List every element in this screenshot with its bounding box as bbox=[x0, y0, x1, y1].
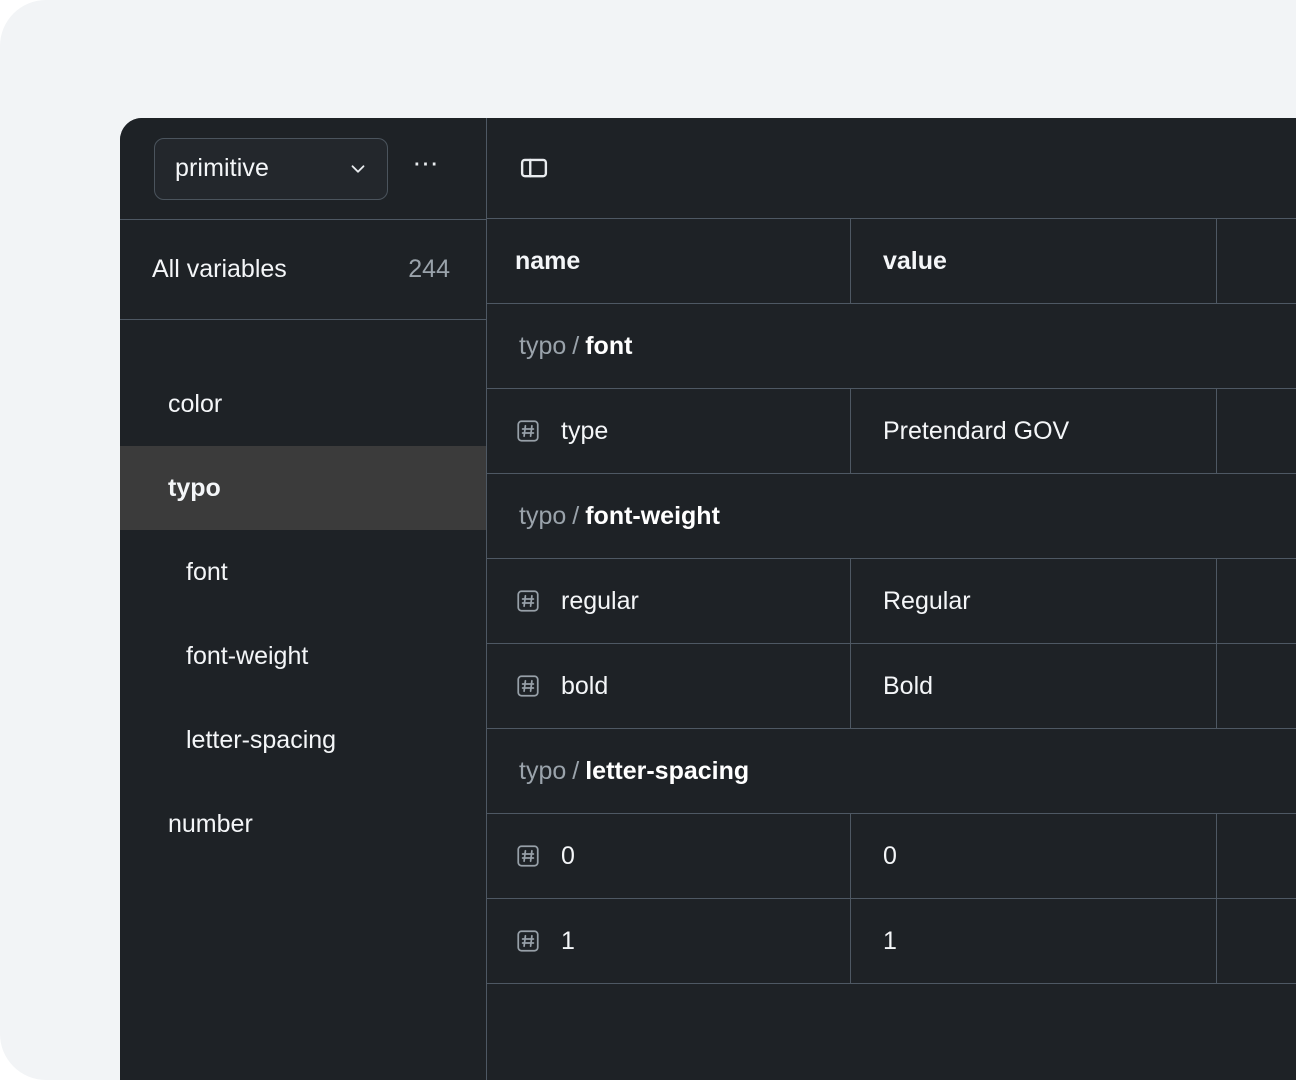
sidebar-nav-list: color typo font font-weight letter-spacing nu… bbox=[120, 320, 486, 866]
sidebar-item-letter-spacing[interactable]: letter-spacing bbox=[120, 698, 486, 782]
string-variable-icon bbox=[515, 588, 561, 614]
variable-name: regular bbox=[561, 586, 639, 615]
group-separator: / bbox=[572, 501, 580, 530]
table-toolbar bbox=[487, 118, 1296, 219]
group-name: letter-spacing bbox=[585, 756, 750, 785]
cell-value[interactable]: Pretendard GOV bbox=[851, 389, 1217, 473]
group-prefix: typo bbox=[519, 331, 567, 360]
cell-value[interactable]: 0 bbox=[851, 814, 1217, 898]
sidebar-item-label: font-weight bbox=[186, 641, 309, 670]
group-label: typo / font-weight bbox=[487, 474, 1296, 558]
table-group-row: typo / font-weight bbox=[487, 474, 1296, 559]
all-variables-count: 244 bbox=[408, 255, 450, 283]
cell-value[interactable]: 1 bbox=[851, 899, 1217, 983]
cell-name[interactable]: type bbox=[487, 389, 851, 473]
variable-value: 0 bbox=[883, 841, 897, 870]
page-canvas: primitive ⋯ All variables 244 color typo f… bbox=[0, 0, 1296, 1080]
group-prefix: typo bbox=[519, 756, 567, 785]
sidebar-item-typo[interactable]: typo bbox=[120, 446, 486, 530]
column-header-value[interactable]: value bbox=[851, 219, 1217, 303]
variables-window: primitive ⋯ All variables 244 color typo f… bbox=[120, 118, 1296, 1080]
sidebar-item-font-weight[interactable]: font-weight bbox=[120, 614, 486, 698]
group-name: font bbox=[585, 331, 633, 360]
column-header-extra bbox=[1217, 219, 1296, 303]
cell-value[interactable]: Bold bbox=[851, 644, 1217, 728]
group-separator: / bbox=[572, 331, 580, 360]
table-header-row: name value bbox=[487, 219, 1296, 304]
group-label: typo / font bbox=[487, 304, 1296, 388]
string-variable-icon bbox=[515, 843, 561, 869]
sidebar-item-label: typo bbox=[168, 473, 221, 502]
sidebar-item-label: color bbox=[168, 389, 223, 418]
more-horizontal-icon[interactable]: ⋯ bbox=[404, 141, 448, 197]
string-variable-icon bbox=[515, 418, 561, 444]
collection-select[interactable]: primitive bbox=[154, 137, 388, 200]
table-pane: name value typo / font type Pretendard GOV ty… bbox=[487, 118, 1296, 1080]
variable-value: Pretendard GOV bbox=[883, 416, 1070, 445]
sidebar: primitive ⋯ All variables 244 color typo f… bbox=[120, 118, 487, 1080]
chevron-down-icon bbox=[347, 158, 369, 180]
table-rows: typo / font type Pretendard GOV typo / font-wei… bbox=[487, 304, 1296, 984]
variable-name: bold bbox=[561, 671, 609, 700]
all-variables-label: All variables bbox=[152, 255, 287, 283]
cell-extra bbox=[1217, 899, 1296, 983]
variable-name: 1 bbox=[561, 926, 575, 955]
sidebar-item-label: font bbox=[186, 557, 228, 586]
sidebar-item-number[interactable]: number bbox=[120, 782, 486, 866]
sidebar-panel-icon[interactable] bbox=[519, 153, 549, 183]
cell-extra bbox=[1217, 644, 1296, 728]
group-separator: / bbox=[572, 756, 580, 785]
sidebar-item-color[interactable]: color bbox=[120, 362, 486, 446]
variable-value: 1 bbox=[883, 926, 897, 955]
table-row[interactable]: 00 bbox=[487, 814, 1296, 899]
variables-table: name value typo / font type Pretendard GOV ty… bbox=[487, 219, 1296, 1080]
table-group-row: typo / font bbox=[487, 304, 1296, 389]
cell-extra bbox=[1217, 389, 1296, 473]
sidebar-item-all-variables[interactable]: All variables 244 bbox=[120, 219, 486, 320]
table-row[interactable]: regular Regular bbox=[487, 559, 1296, 644]
sidebar-header: primitive ⋯ bbox=[120, 118, 486, 219]
cell-name[interactable]: bold bbox=[487, 644, 851, 728]
variable-name: type bbox=[561, 416, 609, 445]
sidebar-item-font[interactable]: font bbox=[120, 530, 486, 614]
cell-extra bbox=[1217, 814, 1296, 898]
table-row[interactable]: type Pretendard GOV bbox=[487, 389, 1296, 474]
table-row[interactable]: bold Bold bbox=[487, 644, 1296, 729]
variable-value: Bold bbox=[883, 671, 934, 700]
sidebar-item-label: letter-spacing bbox=[186, 725, 337, 754]
string-variable-icon bbox=[515, 673, 561, 699]
variable-value: Regular bbox=[883, 586, 971, 615]
sidebar-item-label: number bbox=[168, 809, 253, 838]
cell-name[interactable]: 0 bbox=[487, 814, 851, 898]
collection-select-value: primitive bbox=[175, 154, 269, 182]
table-row[interactable]: 11 bbox=[487, 899, 1296, 984]
group-name: font-weight bbox=[585, 501, 720, 530]
group-prefix: typo bbox=[519, 501, 567, 530]
cell-name[interactable]: 1 bbox=[487, 899, 851, 983]
table-group-row: typo / letter-spacing bbox=[487, 729, 1296, 814]
group-label: typo / letter-spacing bbox=[487, 729, 1296, 813]
variable-name: 0 bbox=[561, 841, 575, 870]
string-variable-icon bbox=[515, 928, 561, 954]
cell-value[interactable]: Regular bbox=[851, 559, 1217, 643]
cell-name[interactable]: regular bbox=[487, 559, 851, 643]
column-header-name[interactable]: name bbox=[487, 219, 851, 303]
cell-extra bbox=[1217, 559, 1296, 643]
